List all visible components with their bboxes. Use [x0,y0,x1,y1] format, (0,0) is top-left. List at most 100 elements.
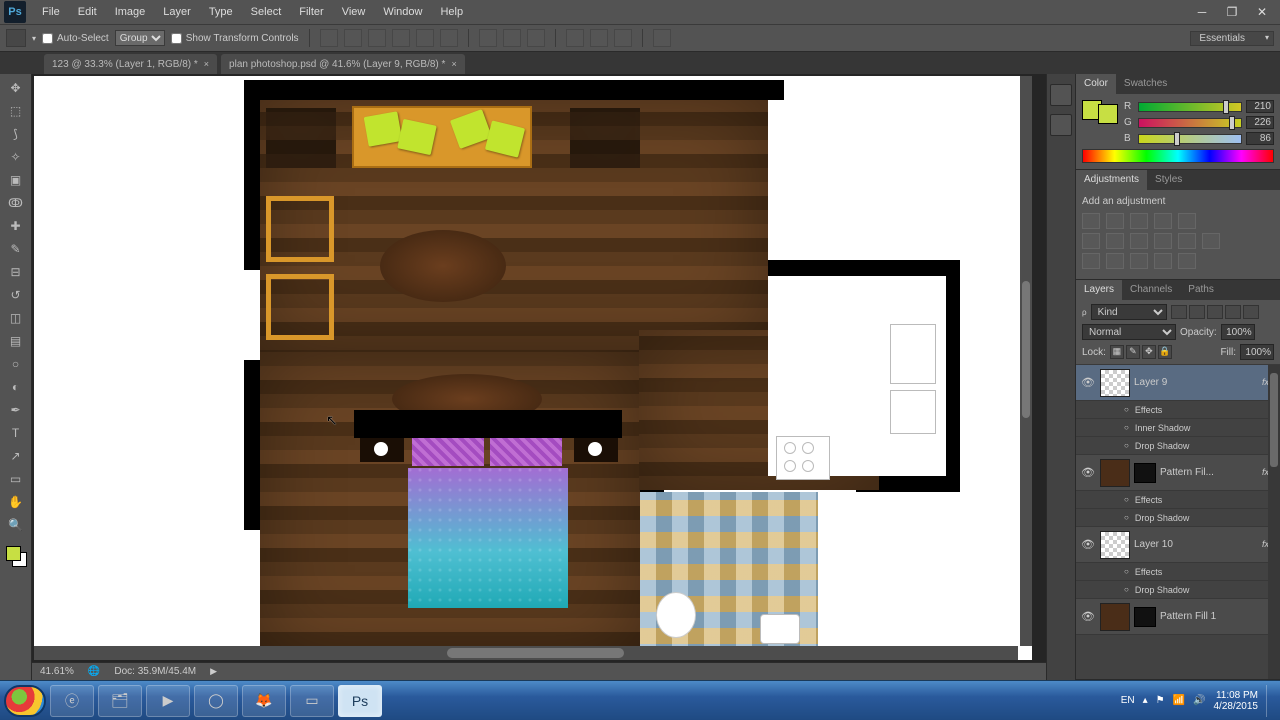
vertical-scrollbar[interactable] [1020,76,1032,646]
menu-edit[interactable]: Edit [70,3,105,21]
more-icon[interactable] [1178,253,1196,269]
layer-row[interactable]: 👁 Pattern Fill 1 [1076,599,1280,635]
layer-effect[interactable]: ○Drop Shadow [1076,509,1280,527]
layer-row[interactable]: 👁 Layer 10 fx ▾ [1076,527,1280,563]
tray-chevron-icon[interactable]: ▴ [1143,695,1148,706]
close-button[interactable]: ✕ [1248,3,1276,21]
layer-effect[interactable]: ○Effects [1076,491,1280,509]
gradient-map-icon[interactable] [1130,253,1148,269]
menu-file[interactable]: File [34,3,68,21]
close-tab-icon[interactable]: × [204,59,209,69]
layer-thumb[interactable] [1100,603,1130,631]
color-swatch[interactable] [4,544,28,568]
zoom-value[interactable]: 41.61% [40,666,74,677]
layer-row[interactable]: 👁 Layer 9 fx ▾ [1076,365,1280,401]
layer-mask-thumb[interactable] [1134,607,1156,627]
taskbar-explorer-icon[interactable]: 🗂 [98,685,142,717]
layer-thumb[interactable] [1100,369,1130,397]
layer-effect[interactable]: ○Effects [1076,401,1280,419]
filter-smart-icon[interactable] [1243,305,1259,319]
tab-swatches[interactable]: Swatches [1116,74,1175,94]
visibility-toggle-icon[interactable]: 👁 [1076,538,1100,551]
type-tool-icon[interactable]: T [4,423,28,443]
tool-dropdown-icon[interactable]: ▾ [32,34,36,43]
distribute-icon[interactable] [614,29,632,47]
selective-color-icon[interactable] [1154,253,1172,269]
taskbar-chrome-icon[interactable]: ◯ [194,685,238,717]
wand-tool-icon[interactable]: ✧ [4,147,28,167]
tray-clock[interactable]: 11:08 PM 4/28/2015 [1214,690,1259,712]
channel-mixer-icon[interactable] [1154,233,1172,249]
zoom-tool-icon[interactable]: 🔍 [4,515,28,535]
blend-mode-select[interactable]: Normal [1082,324,1176,340]
chevron-right-icon[interactable]: ▶ [210,666,217,677]
menu-filter[interactable]: Filter [291,3,331,21]
lasso-tool-icon[interactable]: ⟆ [4,124,28,144]
brightness-icon[interactable] [1082,213,1100,229]
tray-flag-icon[interactable]: ⚑ [1156,695,1165,706]
taskbar-firefox-icon[interactable]: 🦊 [242,685,286,717]
layer-effect[interactable]: ○Drop Shadow [1076,581,1280,599]
filter-shape-icon[interactable] [1225,305,1241,319]
layer-filter-kind[interactable]: Kind [1091,304,1167,320]
exposure-icon[interactable] [1154,213,1172,229]
blur-tool-icon[interactable]: ○ [4,354,28,374]
layer-row[interactable]: 👁 Pattern Fil... fx ▾ [1076,455,1280,491]
distribute-icon[interactable] [590,29,608,47]
document-tab[interactable]: plan photoshop.psd @ 41.6% (Layer 9, RGB… [221,54,465,74]
dodge-tool-icon[interactable]: ◐ [4,377,28,397]
distribute-icon[interactable] [479,29,497,47]
menu-help[interactable]: Help [432,3,471,21]
history-brush-icon[interactable]: ↺ [4,285,28,305]
tab-adjustments[interactable]: Adjustments [1076,170,1147,190]
tab-color[interactable]: Color [1076,74,1116,94]
menu-image[interactable]: Image [107,3,154,21]
globe-icon[interactable]: 🌐 [88,666,100,677]
lock-pixels-icon[interactable]: ✎ [1126,345,1140,359]
history-panel-icon[interactable] [1050,84,1072,106]
levels-icon[interactable] [1106,213,1124,229]
tab-paths[interactable]: Paths [1180,280,1222,300]
color-lookup-icon[interactable] [1178,233,1196,249]
vibrance-icon[interactable] [1178,213,1196,229]
auto-select-target[interactable]: Group [115,30,165,46]
tray-volume-icon[interactable]: 🔊 [1193,695,1205,706]
workspace-switcher[interactable]: Essentials [1190,31,1274,46]
properties-panel-icon[interactable] [1050,114,1072,136]
layers-scrollbar[interactable] [1268,365,1280,679]
maximize-button[interactable]: ❐ [1218,3,1246,21]
menu-window[interactable]: Window [375,3,430,21]
align-icon[interactable] [392,29,410,47]
taskbar-app-icon[interactable]: ▭ [290,685,334,717]
green-slider[interactable] [1138,118,1242,128]
move-tool-icon[interactable] [6,29,26,47]
show-transform-checkbox[interactable]: Show Transform Controls [171,33,299,44]
lock-all-icon[interactable]: 🔒 [1158,345,1172,359]
layer-mask-thumb[interactable] [1134,463,1156,483]
distribute-icon[interactable] [566,29,584,47]
tray-network-icon[interactable]: 📶 [1173,695,1185,706]
taskbar-photoshop-icon[interactable]: Ps [338,685,382,717]
lock-position-icon[interactable]: ✥ [1142,345,1156,359]
fill-input[interactable] [1240,344,1274,360]
hue-icon[interactable] [1082,233,1100,249]
green-value[interactable]: 226 [1246,116,1274,129]
document-tab[interactable]: 123 @ 33.3% (Layer 1, RGB/8) *× [44,54,217,74]
threshold-icon[interactable] [1106,253,1124,269]
hue-ramp[interactable] [1082,149,1274,163]
taskbar-ie-icon[interactable]: ⓔ [50,685,94,717]
crop-tool-icon[interactable]: ▣ [4,170,28,190]
menu-layer[interactable]: Layer [155,3,199,21]
red-value[interactable]: 210 [1246,100,1274,113]
filter-type-icon[interactable] [1207,305,1223,319]
blue-value[interactable]: 86 [1246,132,1274,145]
layer-effect[interactable]: ○Inner Shadow [1076,419,1280,437]
clone-stamp-icon[interactable]: ⊟ [4,262,28,282]
layer-effect[interactable]: ○Drop Shadow [1076,437,1280,455]
brush-tool-icon[interactable]: ✎ [4,239,28,259]
minimize-button[interactable]: ─ [1188,3,1216,21]
posterize-icon[interactable] [1082,253,1100,269]
shape-tool-icon[interactable]: ▭ [4,469,28,489]
horizontal-scrollbar[interactable] [34,646,1018,660]
menu-select[interactable]: Select [243,3,290,21]
